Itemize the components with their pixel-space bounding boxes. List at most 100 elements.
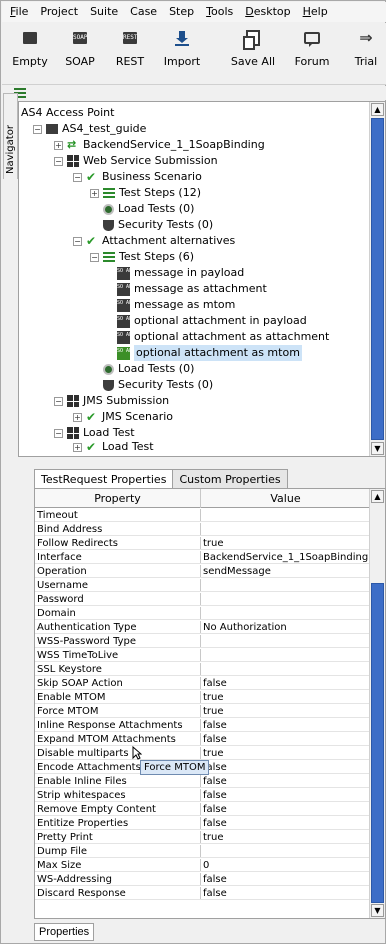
menu-case[interactable]: Case — [124, 2, 163, 22]
tree-item-step-2[interactable]: SO AP message as attachment — [117, 281, 267, 297]
expand-icon[interactable]: + — [73, 442, 82, 452]
table-row[interactable]: Remove Empty Content false — [35, 803, 370, 816]
property-value-cell[interactable]: false — [201, 803, 370, 815]
tree-item-step-1[interactable]: SO AP message in payload — [117, 265, 244, 281]
menu-desktop[interactable]: Desktop — [239, 2, 296, 22]
collapse-icon[interactable]: − — [54, 428, 63, 438]
table-row[interactable]: Force MTOM true — [35, 705, 370, 718]
property-value-cell[interactable]: true — [201, 705, 370, 717]
column-header-value[interactable]: Value — [201, 489, 370, 508]
table-row[interactable]: Inline Response Attachments false — [35, 719, 370, 732]
tree-item-case-attachment[interactable]: − ✔ Attachment alternatives — [73, 233, 235, 249]
table-row[interactable]: Domain — [35, 607, 370, 620]
tree-item-step-5[interactable]: SO AP optional attachment as attachment — [117, 329, 329, 345]
table-row[interactable]: Enable MTOM true — [35, 691, 370, 704]
tree-item-load-test[interactable]: − Load Test — [54, 425, 135, 441]
table-row[interactable]: Bind Address — [35, 523, 370, 536]
property-value-cell[interactable]: false — [201, 887, 370, 899]
table-row[interactable]: Skip SOAP Action false — [35, 677, 370, 690]
table-row[interactable]: WSS-Password Type — [35, 635, 370, 648]
menu-suite[interactable]: Suite — [84, 2, 124, 22]
property-value-cell[interactable]: 0 — [201, 859, 370, 871]
table-row[interactable]: Authentication Type No Authorization — [35, 621, 370, 634]
tab-testrequest-properties[interactable]: TestRequest Properties — [34, 469, 174, 489]
table-row[interactable]: Expand MTOM Attachments false — [35, 733, 370, 746]
tree-item-suite[interactable]: − Web Service Submission — [54, 153, 218, 169]
property-value-cell[interactable]: true — [201, 831, 370, 843]
table-row[interactable]: Entitize Properties false — [35, 817, 370, 830]
scroll-down-icon[interactable]: ▼ — [371, 442, 384, 455]
property-value-cell[interactable]: true — [201, 747, 370, 759]
expand-icon[interactable]: + — [73, 412, 82, 422]
table-row[interactable]: Pretty Print true — [35, 831, 370, 844]
tree-item-root[interactable]: AS4 Access Point — [21, 105, 114, 121]
table-row[interactable]: Discard Response false — [35, 887, 370, 900]
property-value-cell[interactable] — [201, 593, 370, 605]
empty-button[interactable]: Empty — [12, 25, 48, 81]
expand-icon[interactable]: + — [54, 140, 63, 150]
import-button[interactable]: Import — [160, 25, 204, 81]
table-row[interactable]: Operation sendMessage — [35, 565, 370, 578]
property-value-cell[interactable]: false — [201, 775, 370, 787]
menu-project[interactable]: Project — [34, 2, 84, 22]
property-value-cell[interactable]: false — [201, 677, 370, 689]
property-value-cell[interactable] — [201, 523, 370, 535]
property-value-cell[interactable]: false — [201, 873, 370, 885]
property-value-cell[interactable]: true — [201, 537, 370, 549]
properties-button[interactable]: Properties — [34, 923, 95, 941]
property-value-cell[interactable] — [201, 579, 370, 591]
forum-button[interactable]: Forum — [292, 25, 332, 81]
tree-item-case2-load[interactable]: Load Tests (0) — [103, 361, 194, 377]
column-header-property[interactable]: Property — [35, 489, 201, 508]
property-value-cell[interactable]: false — [201, 761, 370, 773]
navigator-tab[interactable]: Navigator — [3, 93, 18, 179]
collapse-icon[interactable]: − — [73, 172, 82, 182]
tree-item-step-3[interactable]: SO AP message as mtom — [117, 297, 235, 313]
table-scrollbar[interactable]: ▲ ▼ — [369, 489, 385, 918]
property-value-cell[interactable]: false — [201, 789, 370, 801]
table-row[interactable]: Enable Inline Files false — [35, 775, 370, 788]
tree-item-case-business[interactable]: − ✔ Business Scenario — [73, 169, 202, 185]
property-value-cell[interactable] — [201, 845, 370, 857]
table-row[interactable]: WSS TimeToLive — [35, 649, 370, 662]
collapse-icon[interactable]: − — [54, 156, 63, 166]
collapse-icon[interactable]: − — [73, 236, 82, 246]
tree-item-case2-security[interactable]: Security Tests (0) — [103, 377, 213, 393]
collapse-icon[interactable]: − — [33, 124, 42, 134]
scrollbar-thumb[interactable] — [371, 118, 384, 440]
tree-item-load-test-child[interactable]: + ✔ Load Test — [73, 441, 154, 453]
tree-item-step-6-selected[interactable]: SO AP optional attachment as mtom — [117, 345, 302, 361]
tree-scrollbar[interactable]: ▲ ▼ — [369, 102, 385, 456]
expand-icon[interactable]: + — [90, 188, 99, 198]
property-value-cell[interactable]: sendMessage — [201, 565, 370, 577]
menu-tools[interactable]: Tools — [200, 2, 239, 22]
property-value-cell[interactable] — [201, 649, 370, 661]
property-value-cell[interactable] — [201, 607, 370, 619]
tree-item-case1-load[interactable]: Load Tests (0) — [103, 201, 194, 217]
property-value-cell[interactable] — [201, 635, 370, 647]
collapse-icon[interactable]: − — [54, 396, 63, 406]
collapse-icon[interactable]: − — [90, 252, 99, 262]
table-row[interactable]: Dump File — [35, 845, 370, 858]
rest-button[interactable]: REST REST — [112, 25, 148, 81]
scroll-down-icon[interactable]: ▼ — [371, 904, 384, 917]
property-value-cell[interactable] — [201, 663, 370, 675]
property-value-cell[interactable]: No Authorization — [201, 621, 370, 633]
tree-item-jms-submission[interactable]: − JMS Submission — [54, 393, 169, 409]
tree-item-case1-security[interactable]: Security Tests (0) — [103, 217, 213, 233]
property-value-cell[interactable]: BackendService_1_1SoapBinding — [201, 551, 370, 563]
table-row[interactable]: Timeout — [35, 509, 370, 522]
scrollbar-thumb[interactable] — [371, 583, 384, 903]
menu-step[interactable]: Step — [163, 2, 200, 22]
tree-item-project[interactable]: − AS4_test_guide — [33, 121, 146, 137]
save-all-button[interactable]: Save All — [228, 25, 278, 81]
tab-custom-properties[interactable]: Custom Properties — [172, 469, 288, 489]
tree-item-case2-steps[interactable]: − Test Steps (6) — [90, 249, 194, 265]
tree-item-step-4[interactable]: SO AP optional attachment in payload — [117, 313, 307, 329]
property-value-cell[interactable]: false — [201, 719, 370, 731]
scroll-up-icon[interactable]: ▲ — [371, 490, 384, 503]
table-row[interactable]: Follow Redirects true — [35, 537, 370, 550]
property-value-cell[interactable] — [201, 509, 370, 521]
table-row[interactable]: Username — [35, 579, 370, 592]
table-row[interactable]: Interface BackendService_1_1SoapBinding — [35, 551, 370, 564]
